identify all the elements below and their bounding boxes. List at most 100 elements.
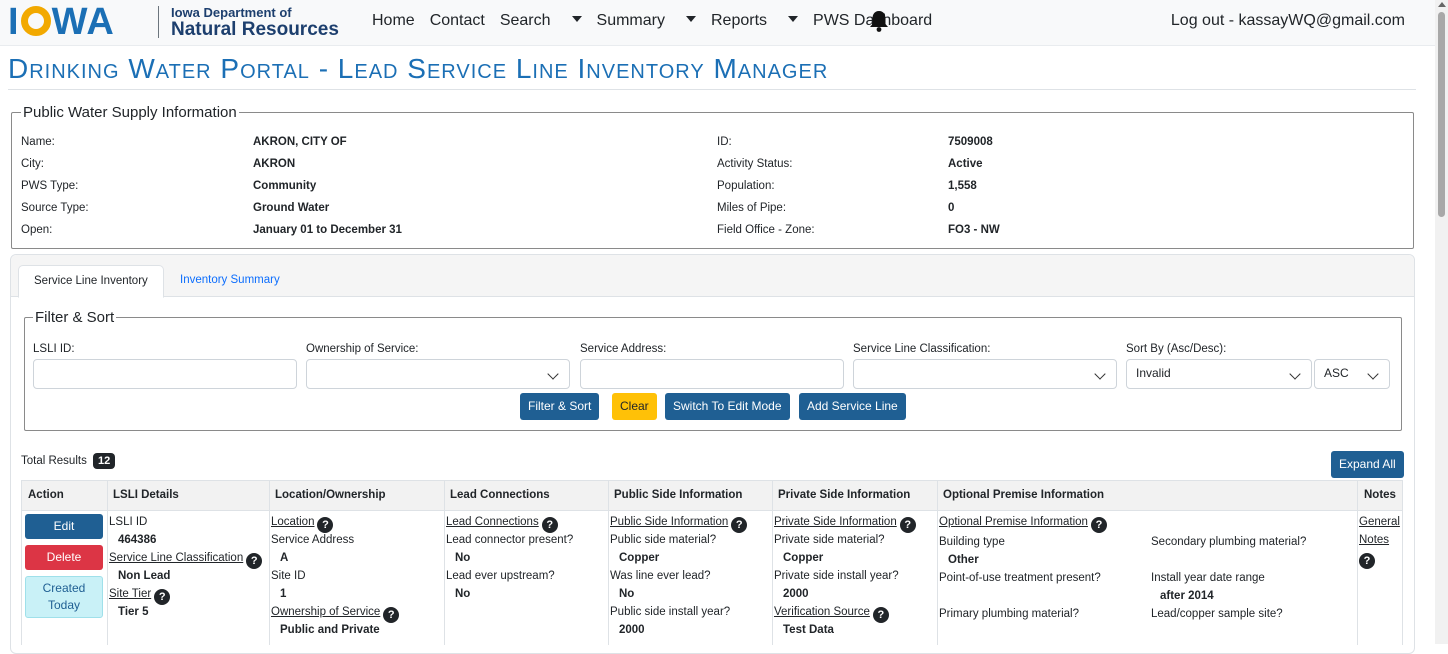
col-divider bbox=[772, 481, 773, 645]
nav-reports-label: Reports bbox=[710, 12, 768, 29]
sort-by-select[interactable]: Invalid bbox=[1126, 359, 1312, 389]
pws-population-value: 1,558 bbox=[948, 180, 977, 192]
help-icon[interactable]: ? bbox=[899, 517, 916, 533]
ever-lead-label: Was line ever lead? bbox=[610, 570, 711, 582]
col-lsli-details: LSLI Details bbox=[113, 489, 179, 501]
help-icon[interactable]: ? bbox=[731, 517, 748, 533]
filter-sort-button[interactable]: Filter & Sort bbox=[520, 393, 600, 420]
site-tier-help: Site Tier? bbox=[109, 585, 171, 605]
nav-contact[interactable]: Contact bbox=[430, 12, 485, 30]
install-range-value: after 2014 bbox=[1160, 590, 1214, 602]
site-tier-value: Tier 5 bbox=[118, 606, 149, 618]
classification-help: Service Line Classification? bbox=[109, 549, 263, 569]
ownership-select[interactable] bbox=[306, 359, 570, 389]
pws-source-label: Source Type: bbox=[21, 202, 89, 214]
nav-reports[interactable]: Reports bbox=[710, 12, 799, 30]
help-icon[interactable]: ? bbox=[872, 607, 889, 623]
address-input[interactable] bbox=[580, 359, 844, 389]
pws-miles-label: Miles of Pipe: bbox=[717, 202, 787, 214]
org-line2: Natural Resources bbox=[171, 19, 339, 40]
pws-city-label: City: bbox=[21, 158, 44, 170]
pws-source-value: Ground Water bbox=[253, 202, 330, 214]
edit-button[interactable]: Edit bbox=[25, 514, 103, 539]
classification-link[interactable]: Service Line Classification bbox=[109, 552, 243, 564]
nav-search[interactable]: Search bbox=[500, 12, 582, 30]
logout-link[interactable]: Log out - kassayWQ@gmail.com bbox=[1171, 12, 1405, 30]
ownership-link[interactable]: Ownership of Service bbox=[271, 606, 380, 618]
add-service-line-button[interactable]: Add Service Line bbox=[799, 393, 906, 420]
page-scrollbar[interactable] bbox=[1435, 0, 1448, 644]
col-divider bbox=[444, 481, 445, 645]
pws-id-label: ID: bbox=[717, 136, 732, 148]
tab-service-line-inventory[interactable]: Service Line Inventory bbox=[18, 265, 164, 298]
help-icon[interactable]: ? bbox=[1090, 517, 1107, 533]
private-install-value: 2000 bbox=[783, 588, 809, 600]
lsli-id-input[interactable] bbox=[33, 359, 297, 389]
ownership-help: Ownership of Service? bbox=[271, 603, 400, 623]
lsli-id-value: 464386 bbox=[118, 534, 157, 546]
private-material-label: Private side material? bbox=[774, 534, 885, 546]
expand-all-button[interactable]: Expand All bbox=[1331, 451, 1404, 478]
premise-link[interactable]: Optional Premise Information bbox=[939, 516, 1088, 528]
site-tier-link[interactable]: Site Tier bbox=[109, 588, 151, 600]
sort-direction-select[interactable]: ASC bbox=[1314, 359, 1390, 389]
lead-upstream-value: No bbox=[455, 588, 471, 600]
pws-info-fieldset: Public Water Supply Information bbox=[11, 104, 1414, 249]
tab-inventory-summary[interactable]: Inventory Summary bbox=[165, 265, 295, 298]
edit-mode-button[interactable]: Switch To Edit Mode bbox=[665, 393, 790, 420]
tabs-bar: Service Line Inventory Inventory Summary bbox=[11, 255, 1414, 298]
pws-city-value: AKRON bbox=[253, 158, 296, 170]
iowa-logo[interactable]: I WA bbox=[8, 3, 115, 41]
public-install-label: Public side install year? bbox=[610, 606, 731, 618]
scroll-up-arrow-icon[interactable] bbox=[1438, 2, 1446, 7]
public-side-link[interactable]: Public Side Information bbox=[610, 516, 728, 528]
building-type-value: Other bbox=[948, 554, 979, 566]
primary-plumbing-label: Primary plumbing material? bbox=[939, 608, 1079, 620]
public-material-label: Public side material? bbox=[610, 534, 717, 546]
col-lead-connections: Lead Connections bbox=[450, 489, 550, 501]
scrollbar-thumb[interactable] bbox=[1438, 12, 1445, 217]
public-material-value: Copper bbox=[619, 552, 660, 564]
general-notes-link-line1[interactable]: General bbox=[1359, 513, 1400, 531]
pws-open-label: Open: bbox=[21, 224, 53, 236]
col-divider bbox=[608, 481, 609, 645]
location-link[interactable]: Location bbox=[271, 516, 314, 528]
page-title: Drinking Water Portal - Lead Service Lin… bbox=[8, 53, 829, 84]
lead-connections-help: Lead Connections? bbox=[446, 513, 558, 533]
pws-name-value: AKRON, CITY OF bbox=[253, 136, 347, 148]
lsli-id-label: LSLI ID bbox=[109, 516, 148, 528]
building-type-label: Building type bbox=[939, 536, 1005, 548]
col-divider bbox=[107, 481, 108, 645]
lead-connections-link[interactable]: Lead Connections bbox=[446, 516, 539, 528]
notes-help: ? bbox=[1356, 549, 1375, 569]
private-side-link[interactable]: Private Side Information bbox=[774, 516, 897, 528]
classification-select[interactable] bbox=[853, 359, 1117, 389]
nav-summary-label: Summary bbox=[596, 12, 665, 29]
nav-search-label: Search bbox=[499, 12, 551, 29]
general-notes-link-line2[interactable]: Notes bbox=[1359, 531, 1389, 549]
col-action: Action bbox=[28, 489, 64, 501]
col-private-side: Private Side Information bbox=[778, 489, 911, 501]
pws-id-value: 7509008 bbox=[948, 136, 993, 148]
nav-home[interactable]: Home bbox=[372, 12, 415, 30]
help-icon[interactable]: ? bbox=[246, 553, 263, 569]
ownership-value: Public and Private bbox=[280, 624, 380, 636]
pws-open-value: January 01 to December 31 bbox=[253, 224, 402, 236]
verification-link[interactable]: Verification Source bbox=[774, 606, 870, 618]
delete-button[interactable]: Delete bbox=[25, 545, 103, 570]
filter-legend: Filter & Sort bbox=[33, 309, 117, 326]
pws-status-label: Activity Status: bbox=[717, 158, 793, 170]
pws-field-office-value: FO3 - NW bbox=[948, 224, 1000, 236]
help-icon[interactable]: ? bbox=[154, 589, 171, 605]
help-icon[interactable]: ? bbox=[383, 607, 400, 623]
nav-summary[interactable]: Summary bbox=[597, 12, 696, 30]
col-divider bbox=[1402, 481, 1403, 645]
clear-button[interactable]: Clear bbox=[612, 393, 657, 420]
site-id-value: 1 bbox=[280, 588, 287, 600]
ever-lead-value: No bbox=[619, 588, 635, 600]
org-line1: Iowa Department of bbox=[171, 5, 292, 20]
chevron-down-icon bbox=[1367, 368, 1379, 380]
help-icon[interactable]: ? bbox=[1359, 553, 1375, 569]
location-help: Location? bbox=[271, 513, 334, 533]
bell-icon[interactable] bbox=[868, 9, 890, 33]
